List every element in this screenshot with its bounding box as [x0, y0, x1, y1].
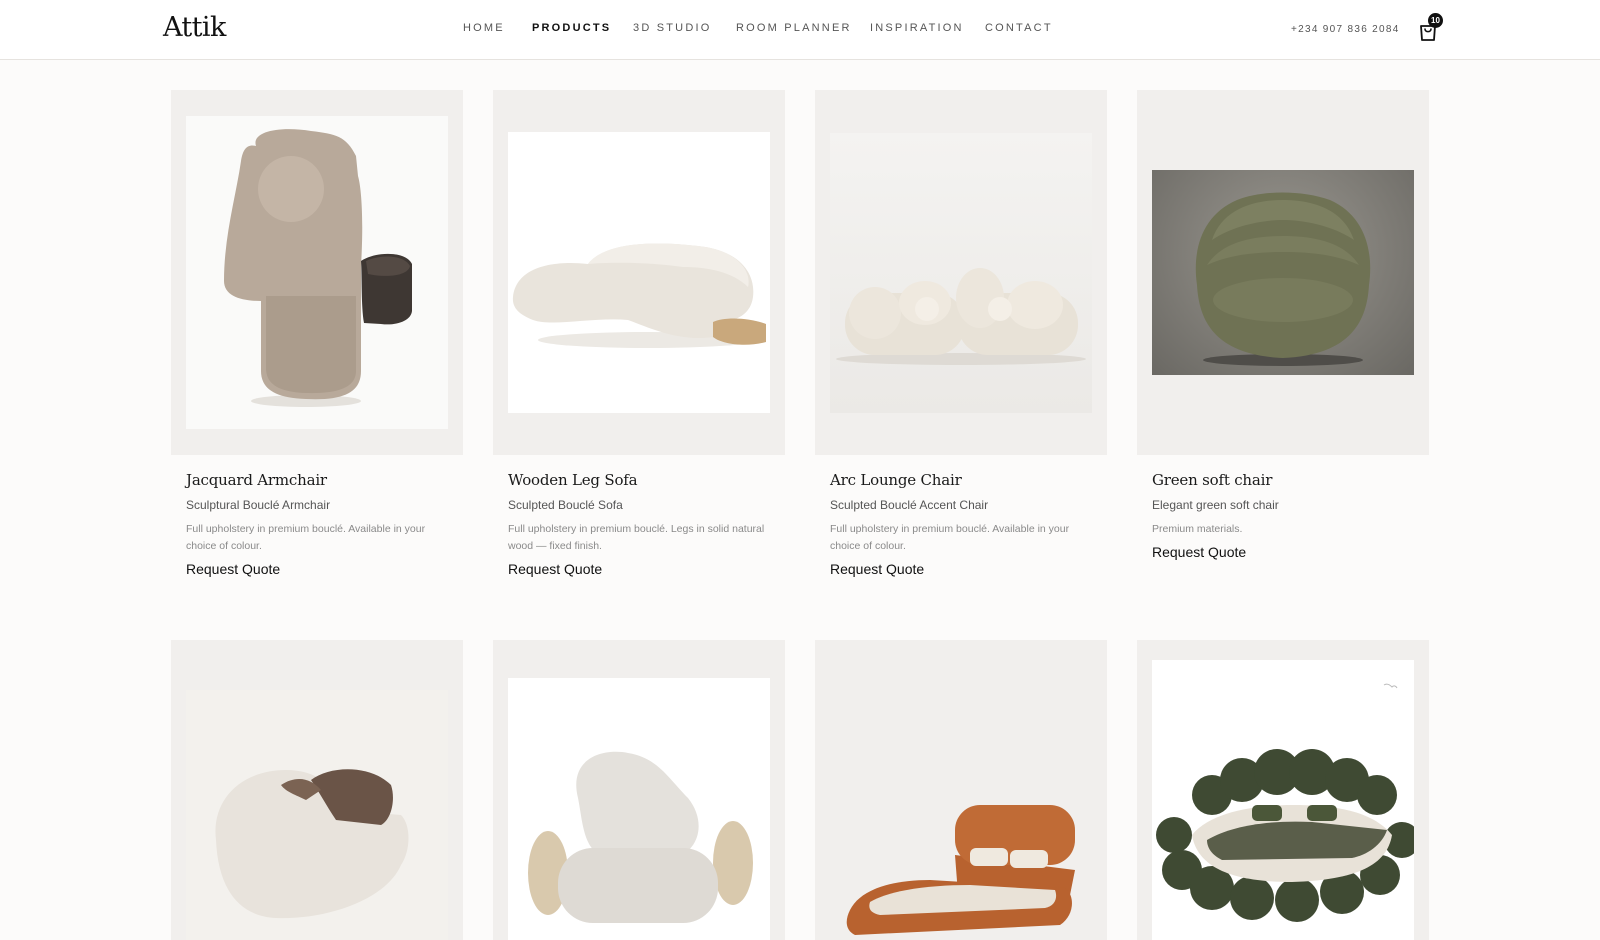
product-card[interactable] [815, 640, 1107, 940]
green-chair-illustration [1195, 192, 1371, 366]
product-subtitle: Sculptural Bouclé Armchair [186, 498, 331, 512]
request-quote-button[interactable]: Request Quote [508, 561, 602, 577]
product-card[interactable] [493, 640, 785, 940]
cart-count-badge: 10 [1428, 13, 1443, 28]
request-quote-button[interactable]: Request Quote [186, 561, 280, 577]
product-image-frame[interactable] [493, 640, 785, 940]
nav-3d-studio[interactable]: 3D STUDIO [633, 22, 711, 34]
product-photo [186, 116, 448, 429]
round-chair-illustration [215, 769, 409, 919]
nav-contact[interactable]: CONTACT [985, 22, 1053, 34]
product-photo [508, 132, 770, 413]
product-name[interactable]: Jacquard Armchair [186, 471, 448, 489]
product-card[interactable]: Wooden Leg Sofa Sculpted Bouclé Sofa Ful… [493, 90, 785, 579]
product-card[interactable] [1137, 640, 1429, 940]
product-subtitle: Elegant green soft chair [1152, 498, 1279, 512]
pebble-sofa-illustration [836, 268, 1086, 365]
request-quote-button[interactable]: Request Quote [830, 561, 924, 577]
product-photo [830, 133, 1092, 413]
product-image-frame[interactable] [815, 90, 1107, 455]
product-description: Premium materials. [1152, 523, 1243, 535]
product-image-frame[interactable] [171, 90, 463, 455]
product-description: Full upholstery in premium bouclé. Avail… [830, 523, 1070, 552]
request-quote-button[interactable]: Request Quote [1152, 544, 1246, 560]
product-subtitle: Sculpted Bouclé Accent Chair [830, 498, 989, 512]
green-bed-illustration [1156, 683, 1414, 922]
product-image-frame[interactable] [171, 640, 463, 940]
product-image-frame[interactable] [1137, 90, 1429, 455]
product-image-frame[interactable] [815, 640, 1107, 940]
product-description: Full upholstery in premium bouclé. Legs … [508, 523, 765, 552]
product-name[interactable]: Wooden Leg Sofa [508, 471, 770, 489]
cart-button[interactable]: 10 [1418, 13, 1443, 42]
phone-number[interactable]: +234 907 836 2084 [1291, 24, 1400, 35]
product-photo [1152, 660, 1414, 940]
product-subtitle: Sculpted Bouclé Sofa [508, 498, 623, 512]
nav-inspiration[interactable]: INSPIRATION [870, 22, 964, 34]
site-header: Attik HOME PRODUCTS 3D STUDIO ROOM PLANN… [0, 0, 1600, 60]
product-card[interactable]: Jacquard Armchair Sculptural Bouclé Armc… [171, 90, 463, 579]
logo[interactable]: Attik [163, 12, 226, 43]
product-photo [186, 690, 448, 940]
product-card[interactable] [171, 640, 463, 940]
curved-sofa-illustration [512, 243, 766, 348]
product-card[interactable]: Arc Lounge Chair Sculpted Bouclé Accent … [815, 90, 1107, 579]
product-photo [830, 680, 1092, 940]
product-photo [1152, 170, 1414, 375]
product-photo [508, 678, 770, 940]
product-description: Full upholstery in premium bouclé. Avail… [186, 523, 426, 552]
nav-home[interactable]: HOME [463, 22, 505, 34]
product-image-frame[interactable] [1137, 640, 1429, 940]
product-name[interactable]: Green soft chair [1152, 471, 1414, 489]
product-card[interactable]: Green soft chair Elegant green soft chai… [1137, 90, 1429, 562]
sculptural-chair-illustration [528, 751, 753, 923]
nav-room-planner[interactable]: ROOM PLANNER [736, 22, 852, 34]
orange-bed-illustration [846, 805, 1075, 935]
product-image-frame[interactable] [493, 90, 785, 455]
chaise-lounge-illustration [224, 129, 412, 407]
product-name[interactable]: Arc Lounge Chair [830, 471, 1092, 489]
nav-products[interactable]: PRODUCTS [532, 22, 611, 34]
